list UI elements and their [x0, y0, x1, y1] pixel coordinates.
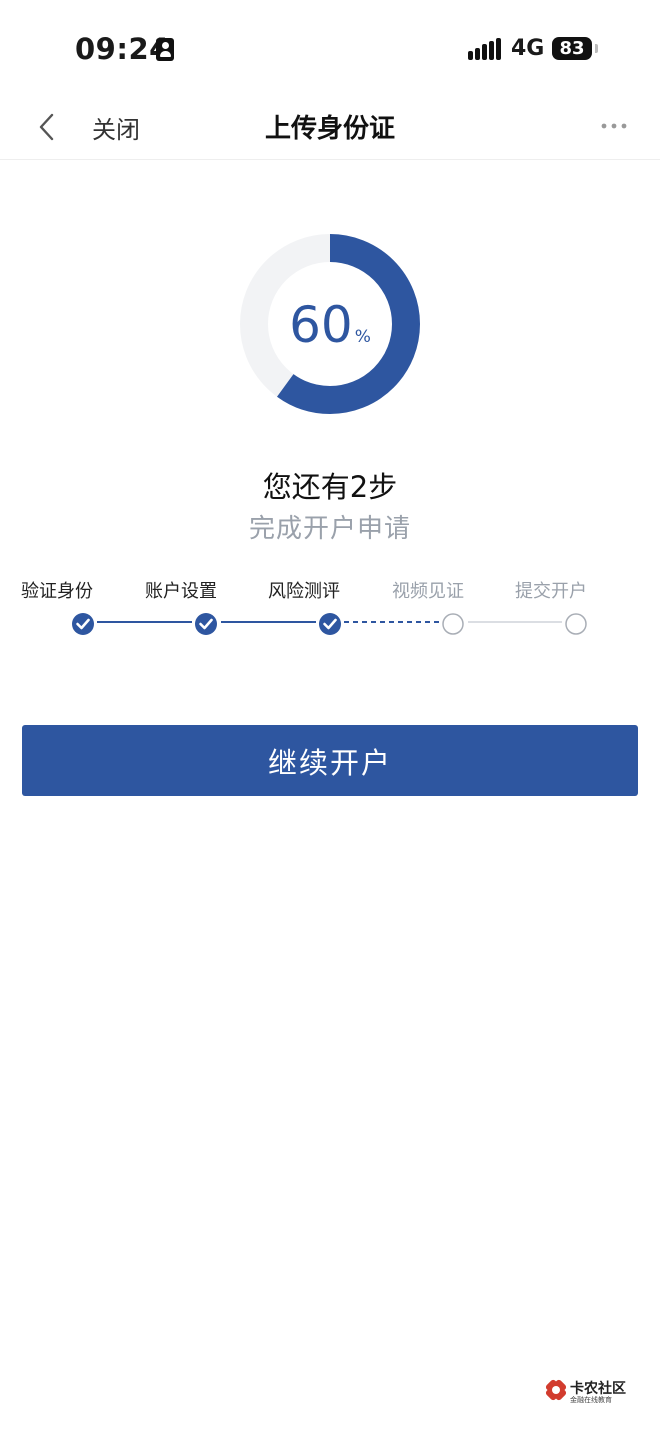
page-title: 上传身份证 — [264, 114, 395, 144]
battery-icon: 83 — [552, 37, 592, 60]
watermark-subtitle: 金融在线教育 — [570, 1396, 612, 1404]
step-check-icon — [195, 613, 217, 635]
progress-unit: % — [354, 327, 371, 347]
step-empty-circle-icon — [442, 613, 464, 635]
step-check-icon — [319, 613, 341, 635]
battery-cap — [595, 44, 598, 53]
person-badge-icon — [156, 38, 174, 61]
steps-remaining-text: 您还有2步 — [262, 470, 398, 504]
network-type: 4G — [511, 36, 545, 61]
progress-text: 60% — [240, 296, 420, 354]
step-empty-circle-icon — [565, 613, 587, 635]
kanong-logo-icon — [545, 1379, 567, 1401]
progress-value: 60 — [289, 296, 353, 354]
more-dots-icon[interactable] — [600, 118, 628, 134]
step-check-icon — [72, 613, 94, 635]
continue-open-account-button[interactable]: 继续开户 — [22, 725, 638, 796]
signal-bars-icon — [468, 38, 502, 60]
status-bar: 09:24 4G 83 — [0, 0, 660, 96]
nav-bar: 关闭 上传身份证 — [0, 96, 660, 160]
stepper — [72, 613, 587, 635]
watermark: 卡农社区 金融在线教育 — [544, 1378, 634, 1408]
steps-subtitle: 完成开户申请 — [248, 514, 411, 544]
